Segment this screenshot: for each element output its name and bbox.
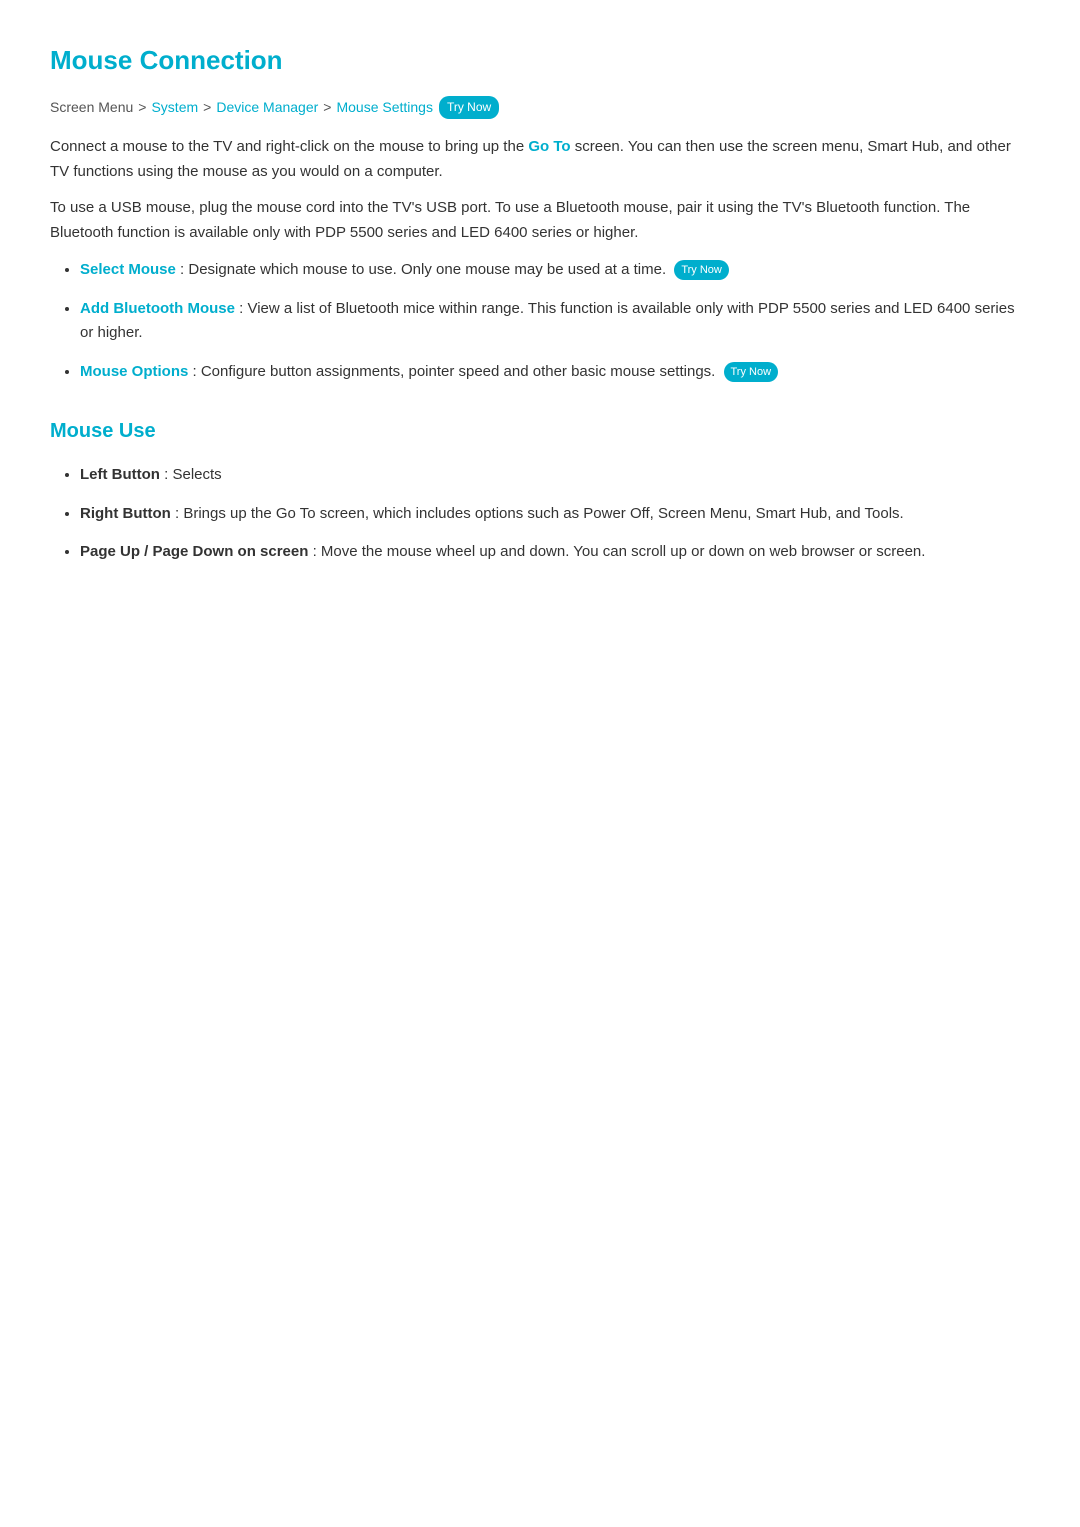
bullet-page-up-down: Page Up / Page Down on screen : Move the… [80, 540, 1030, 565]
breadcrumb-separator-3: > [323, 96, 331, 118]
bullet-add-bluetooth-mouse: Add Bluetooth Mouse : View a list of Blu… [80, 297, 1030, 347]
breadcrumb-separator-2: > [203, 96, 211, 118]
breadcrumb-link-device-manager[interactable]: Device Manager [216, 96, 318, 118]
intro-para-2: To use a USB mouse, plug the mouse cord … [50, 196, 1030, 246]
right-button-text: : Brings up the Go To screen, which incl… [175, 505, 904, 522]
right-button-label: Right Button [80, 505, 171, 522]
breadcrumb: Screen Menu > System > Device Manager > … [50, 96, 1030, 119]
mouse-use-bullet-list: Left Button : Selects Right Button : Bri… [50, 463, 1030, 565]
bullet-left-button: Left Button : Selects [80, 463, 1030, 488]
bullet-mouse-options: Mouse Options : Configure button assignm… [80, 360, 1030, 385]
select-mouse-link[interactable]: Select Mouse [80, 261, 176, 278]
bullet-right-button: Right Button : Brings up the Go To scree… [80, 502, 1030, 527]
breadcrumb-separator-1: > [138, 96, 146, 118]
page-title: Mouse Connection [50, 40, 1030, 82]
select-mouse-try-now[interactable]: Try Now [674, 260, 729, 280]
mouse-options-link[interactable]: Mouse Options [80, 363, 188, 380]
breadcrumb-link-mouse-settings[interactable]: Mouse Settings [336, 96, 433, 118]
breadcrumb-screen-menu: Screen Menu [50, 96, 133, 118]
breadcrumb-try-now-badge[interactable]: Try Now [439, 96, 499, 119]
breadcrumb-link-system[interactable]: System [151, 96, 198, 118]
mouse-use-section-title: Mouse Use [50, 415, 1030, 447]
bullet-select-mouse: Select Mouse : Designate which mouse to … [80, 258, 1030, 283]
select-mouse-text: : Designate which mouse to use. Only one… [180, 261, 666, 278]
page-up-down-label: Page Up / Page Down on screen [80, 543, 308, 560]
mouse-options-try-now[interactable]: Try Now [724, 362, 779, 382]
left-button-text: : Selects [164, 466, 222, 483]
page-up-down-text: : Move the mouse wheel up and down. You … [313, 543, 926, 560]
add-bluetooth-mouse-link[interactable]: Add Bluetooth Mouse [80, 300, 235, 317]
mouse-options-text: : Configure button assignments, pointer … [193, 363, 716, 380]
go-to-link[interactable]: Go To [528, 138, 570, 155]
intro-para-1: Connect a mouse to the TV and right-clic… [50, 135, 1030, 185]
left-button-label: Left Button [80, 466, 160, 483]
connection-bullet-list: Select Mouse : Designate which mouse to … [50, 258, 1030, 385]
